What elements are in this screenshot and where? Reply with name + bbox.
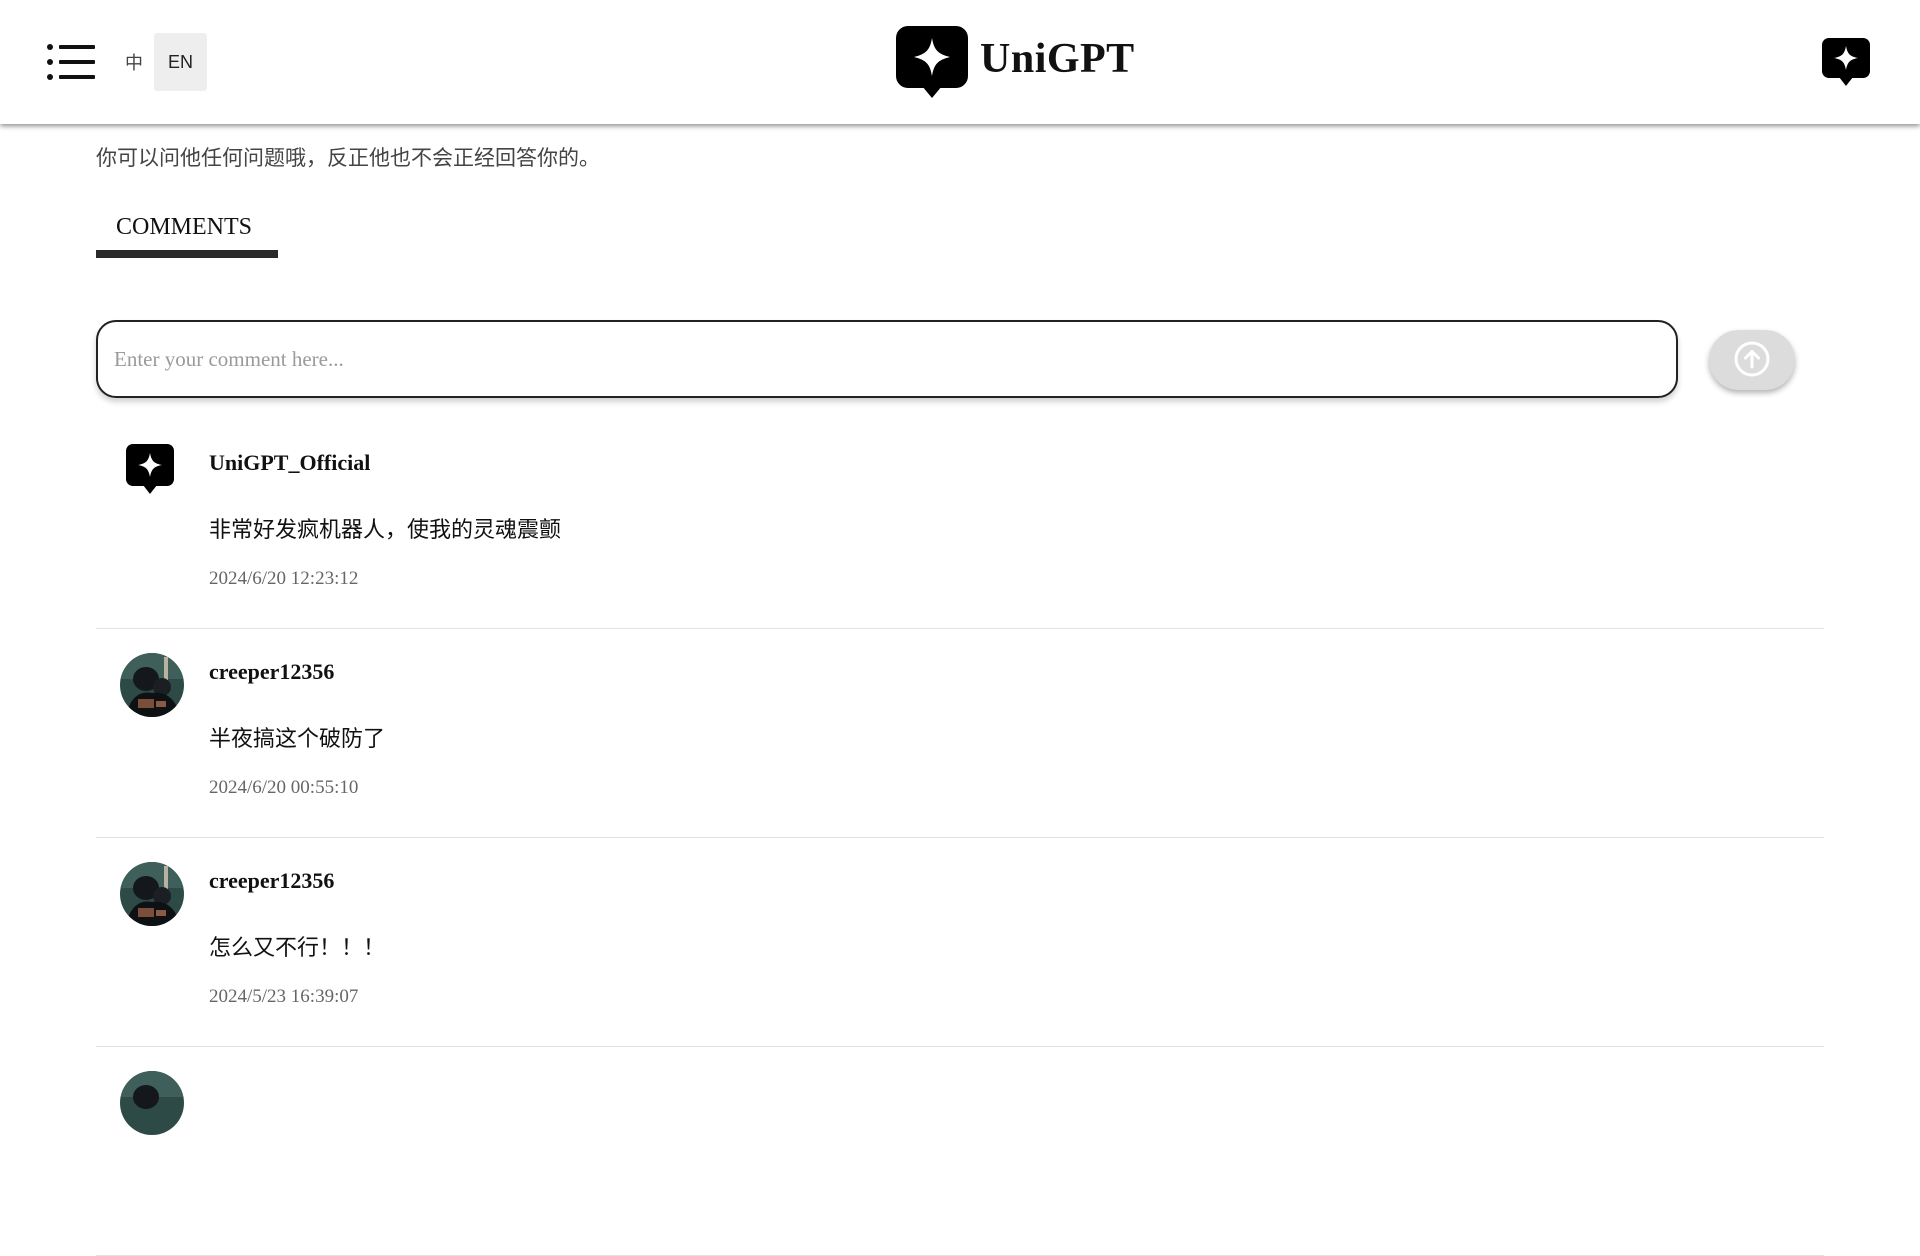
submit-comment-button[interactable] [1709,330,1795,390]
comment-timestamp: 2024/6/20 12:23:12 [209,568,359,589]
tab-active-indicator [96,250,278,258]
comment-timestamp: 2024/5/23 16:39:07 [209,986,359,1007]
avatar[interactable] [120,1071,184,1135]
tab-comments[interactable]: COMMENTS [96,210,278,258]
avatar[interactable] [120,653,184,717]
sparkle-chat-bubble-icon [896,26,968,100]
language-chinese-button[interactable]: 中 [116,33,152,91]
comment-username[interactable]: UniGPT_Official [209,450,370,476]
comment-text: 非常好发疯机器人，使我的灵魂震颤 [209,517,562,542]
language-english-button[interactable]: EN [154,33,207,91]
arrow-up-circle-icon [1732,339,1772,382]
list-icon[interactable] [46,42,96,82]
list-item [96,1047,1824,1256]
avatar[interactable] [120,862,184,926]
brand[interactable]: UniGPT [896,26,1135,100]
comment-timestamp: 2024/6/20 00:55:10 [209,777,359,798]
list-item: creeper12356 怎么又不行！！！ 2024/5/23 16:39:07 [96,838,1824,1047]
comment-list: UniGPT_Official 非常好发疯机器人，使我的灵魂震颤 2024/6/… [96,420,1824,1256]
brand-name: UniGPT [980,36,1135,82]
comment-username[interactable]: creeper12356 [209,868,334,894]
sparkle-chat-bubble-icon[interactable] [126,444,174,496]
list-item: UniGPT_Official 非常好发疯机器人，使我的灵魂震颤 2024/6/… [96,420,1824,629]
top-header: 中 EN UniGPT [0,0,1920,124]
comment-text: 半夜搞这个破防了 [209,726,386,751]
tab-comments-label: COMMENTS [116,214,253,240]
comment-input[interactable] [96,320,1678,398]
comment-username[interactable]: creeper12356 [209,659,334,685]
list-item: creeper12356 半夜搞这个破防了 2024/6/20 00:55:10 [96,629,1824,838]
sparkle-chat-bubble-icon[interactable] [1822,38,1870,88]
bot-description: 你可以问他任何问题哦，反正他也不会正经回答你的。 [96,146,600,170]
comment-text: 怎么又不行！！！ [209,935,386,960]
